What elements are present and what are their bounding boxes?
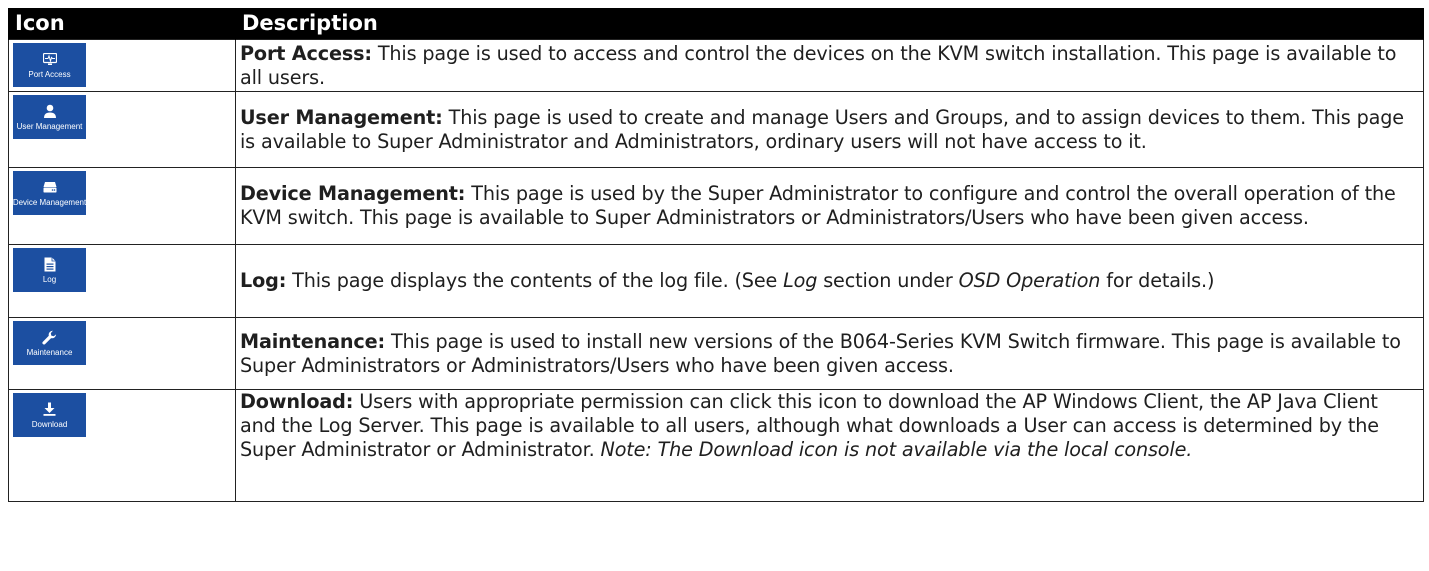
row-title: Maintenance: bbox=[240, 329, 385, 353]
tile-label: Port Access bbox=[28, 70, 71, 79]
row-title: Device Management: bbox=[240, 182, 466, 205]
icon-cell: Maintenance bbox=[8, 317, 236, 390]
port-access-tile[interactable]: Port Access bbox=[13, 43, 86, 87]
row-title: Port Access: bbox=[240, 41, 372, 65]
icon-cell: Device Management bbox=[8, 167, 236, 245]
log-tile[interactable]: Log bbox=[13, 248, 86, 292]
row-text-2: section under bbox=[817, 269, 959, 292]
icon-cell: Log bbox=[8, 244, 236, 318]
table-row-device-management: Device Management Device Management: Thi… bbox=[8, 167, 1424, 245]
table-row-user-management: User Management User Management: This pa… bbox=[8, 91, 1424, 168]
osd-operation-reference: OSD Operation bbox=[958, 269, 1101, 292]
download-icon bbox=[40, 401, 60, 417]
table-row-download: Download Download: Users with appropriat… bbox=[8, 389, 1424, 502]
monitor-pulse-icon bbox=[40, 51, 60, 67]
tile-label: Download bbox=[31, 420, 68, 429]
description-cell: Port Access: This page is used to access… bbox=[235, 39, 1424, 92]
description-cell: Device Management: This page is used by … bbox=[235, 167, 1424, 245]
description-cell: Log: This page displays the contents of … bbox=[235, 244, 1424, 318]
description-cell: User Management: This page is used to cr… bbox=[235, 91, 1424, 168]
download-tile[interactable]: Download bbox=[13, 393, 86, 437]
device-management-tile[interactable]: Device Management bbox=[13, 171, 86, 215]
header-icon: Icon bbox=[8, 8, 236, 40]
row-text: This page is used to access and control … bbox=[240, 41, 1397, 89]
icon-cell: Download bbox=[8, 389, 236, 502]
user-management-tile[interactable]: User Management bbox=[13, 95, 86, 139]
table-row-log: Log Log: This page displays the contents… bbox=[8, 244, 1424, 318]
user-icon bbox=[40, 103, 60, 119]
row-text-3: for details.) bbox=[1100, 269, 1215, 292]
icon-cell: Port Access bbox=[8, 39, 236, 92]
log-reference: Log bbox=[783, 269, 818, 292]
maintenance-tile[interactable]: Maintenance bbox=[13, 321, 86, 365]
row-text: This page is used to install new version… bbox=[240, 329, 1401, 377]
row-note: Note: The Download icon is not available… bbox=[600, 438, 1193, 461]
icon-description-table: Icon Description Port Access Port Access… bbox=[8, 8, 1424, 502]
row-text: This page displays the contents of the l… bbox=[286, 269, 784, 292]
wrench-icon bbox=[40, 329, 60, 345]
tile-label: Maintenance bbox=[26, 348, 73, 357]
table-row-port-access: Port Access Port Access: This page is us… bbox=[8, 39, 1424, 92]
document-icon bbox=[40, 256, 60, 272]
tile-label: Device Management bbox=[13, 198, 86, 207]
row-title: Log: bbox=[240, 269, 287, 292]
header-description: Description bbox=[235, 8, 1424, 40]
table-header-row: Icon Description bbox=[8, 8, 1424, 40]
tile-label: Log bbox=[42, 275, 57, 284]
tile-label: User Management bbox=[16, 122, 83, 131]
row-title: User Management: bbox=[240, 105, 443, 129]
device-drive-icon bbox=[40, 179, 60, 195]
row-title: Download: bbox=[240, 390, 354, 413]
icon-cell: User Management bbox=[8, 91, 236, 168]
description-cell: Download: Users with appropriate permiss… bbox=[235, 389, 1424, 502]
table-row-maintenance: Maintenance Maintenance: This page is us… bbox=[8, 317, 1424, 390]
description-cell: Maintenance: This page is used to instal… bbox=[235, 317, 1424, 390]
